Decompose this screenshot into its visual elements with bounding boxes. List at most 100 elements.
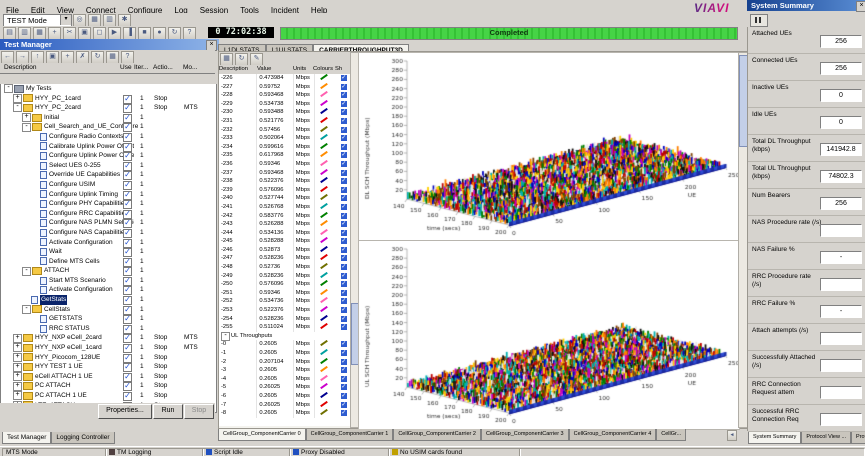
tree-item-label[interactable]: HYY_PC_1card <box>35 94 81 104</box>
tree-item-label[interactable]: HYY TEST 1 UE <box>35 362 83 372</box>
stat-col-units[interactable]: Units <box>293 65 313 74</box>
table-row[interactable]: -2370.593468Mbps✓ <box>219 169 350 178</box>
tree-item-label[interactable]: Wait <box>49 247 62 257</box>
show-checkbox[interactable]: ✓ <box>341 109 347 115</box>
tree-item-label[interactable]: RRC STATUS <box>49 324 90 334</box>
tree-item-label[interactable]: HYY_NXP eCell_1card <box>35 343 102 353</box>
table-row[interactable]: -2510.59346Mbps✓ <box>219 289 350 298</box>
table-row[interactable]: -2450.528288Mbps✓ <box>219 237 350 246</box>
expand-icon[interactable]: + <box>13 372 22 381</box>
collapse-icon[interactable]: - <box>4 84 13 93</box>
show-checkbox[interactable]: ✓ <box>341 410 347 416</box>
show-checkbox[interactable]: ✓ <box>341 238 347 244</box>
tree-item-label[interactable]: GETSTATS <box>49 314 82 324</box>
tree-item-label[interactable]: HYY_PC_2card <box>35 103 81 113</box>
close-icon[interactable]: × <box>856 1 865 12</box>
show-checkbox[interactable]: ✓ <box>341 195 347 201</box>
table-row[interactable]: -2320.57456Mbps✓ <box>219 126 350 135</box>
tab-protocol-view[interactable]: Protocol View <box>851 432 865 444</box>
tree-row[interactable]: -CellStats✓1 <box>1 305 216 315</box>
tree-item-label[interactable]: Configure PHY Capabilities <box>49 199 128 209</box>
tree-item-label[interactable]: GetStats <box>40 295 67 305</box>
table-row[interactable]: -20.207104Mbps✓ <box>219 358 350 367</box>
show-checkbox[interactable]: ✓ <box>341 84 347 90</box>
show-checkbox[interactable]: ✓ <box>341 316 347 322</box>
show-checkbox[interactable]: ✓ <box>341 376 347 382</box>
show-checkbox[interactable]: ✓ <box>341 135 347 141</box>
show-checkbox[interactable]: ✓ <box>341 359 347 365</box>
table-row[interactable]: -2270.59752Mbps✓ <box>219 83 350 92</box>
tree-item-label[interactable]: Start MTS Scenario <box>49 276 106 286</box>
table-row[interactable]: -70.26025Mbps✓ <box>219 401 350 410</box>
table-row[interactable]: -2470.528236Mbps✓ <box>219 254 350 263</box>
run-button[interactable]: Run <box>153 404 183 419</box>
collapse-icon[interactable]: - <box>13 103 22 112</box>
tree-row[interactable]: Calibrate Uplink Power Offset✓1 <box>1 142 216 152</box>
table-row[interactable]: -00.2605Mbps✓ <box>219 340 350 349</box>
tree-col-iter[interactable]: Iter... <box>134 64 148 71</box>
carrier-tab-cellgr[interactable]: CellGr... <box>656 429 686 441</box>
tree-item-label[interactable]: Configure USIM <box>49 180 95 190</box>
properties-button[interactable]: Properties... <box>98 404 152 419</box>
tree-row[interactable]: Configure NAS Capabilities✓1 <box>1 228 216 238</box>
show-checkbox[interactable]: ✓ <box>341 393 347 399</box>
tree-item-label[interactable]: Activate Configuration <box>49 238 113 248</box>
show-checkbox[interactable]: ✓ <box>341 273 347 279</box>
table-row[interactable]: -2390.576096Mbps✓ <box>219 186 350 195</box>
carrier-tab-cellgroup-componentcarrier-3[interactable]: CellGroup_ComponentCarrier 3 <box>481 429 569 441</box>
show-checkbox[interactable]: ✓ <box>341 307 347 313</box>
tree-item-label[interactable]: PC ATTACH <box>35 381 71 391</box>
expand-icon[interactable]: + <box>13 334 22 343</box>
show-checkbox[interactable]: ✓ <box>341 221 347 227</box>
show-checkbox[interactable]: ✓ <box>341 187 347 193</box>
show-checkbox[interactable]: ✓ <box>341 144 347 150</box>
table-row[interactable]: -40.2605Mbps✓ <box>219 375 350 384</box>
stop-button[interactable]: Stop <box>184 404 214 419</box>
expand-icon[interactable]: + <box>13 391 22 400</box>
table-row[interactable]: -2440.534136Mbps✓ <box>219 229 350 238</box>
show-checkbox[interactable]: ✓ <box>341 92 347 98</box>
tree-row[interactable]: Start MTS Scenario✓1 <box>1 276 216 286</box>
table-row[interactable]: -60.2605Mbps✓ <box>219 392 350 401</box>
tree-row[interactable]: +HYY TEST 1 UE✓1Stop <box>1 362 216 372</box>
carrier-tab-cellgroup-componentcarrier-0[interactable]: CellGroup_ComponentCarrier 0 <box>218 429 306 441</box>
show-checkbox[interactable]: ✓ <box>341 341 347 347</box>
tree-row[interactable]: Configure NAS PLMN Selection✓1 <box>1 218 216 228</box>
tree-row[interactable]: - My Tests <box>1 84 216 94</box>
table-row[interactable]: -2530.522376Mbps✓ <box>219 306 350 315</box>
table-row[interactable]: -30.2605Mbps✓ <box>219 366 350 375</box>
tab-scroll-left-icon[interactable]: ◄ <box>727 430 737 441</box>
show-checkbox[interactable]: ✓ <box>341 152 347 158</box>
show-checkbox[interactable]: ✓ <box>341 178 347 184</box>
table-row[interactable]: -2330.502064Mbps✓ <box>219 134 350 143</box>
show-checkbox[interactable]: ✓ <box>341 101 347 107</box>
show-checkbox[interactable]: ✓ <box>341 350 347 356</box>
expand-icon[interactable]: + <box>13 94 22 103</box>
tab-protocol-view[interactable]: Protocol View ... <box>801 432 851 444</box>
tree-item-label[interactable]: My Tests <box>26 84 52 94</box>
table-row[interactable]: -50.26025Mbps✓ <box>219 383 350 392</box>
tree-row[interactable]: -Cell_Search_and_UE_Configure✓1 <box>1 122 216 132</box>
tree-item-label[interactable]: Configure NAS Capabilities <box>49 228 128 238</box>
table-row[interactable]: -2290.534738Mbps✓ <box>219 100 350 109</box>
show-checkbox[interactable]: ✓ <box>341 402 347 408</box>
tree-row[interactable]: +Initial✓1 <box>1 113 216 123</box>
show-checkbox[interactable]: ✓ <box>341 75 347 81</box>
expand-icon[interactable]: + <box>13 382 22 391</box>
table-row[interactable]: -2280.593468Mbps✓ <box>219 91 350 100</box>
table-row[interactable]: -2360.59346Mbps✓ <box>219 160 350 169</box>
tree-item-label[interactable]: Activate Configuration <box>49 285 113 295</box>
tree-row[interactable]: +HYY_NXP eCell_1card✓1StopMTS <box>1 343 216 353</box>
tree-item-label[interactable]: Configure NAS PLMN Selection <box>49 218 134 228</box>
collapse-icon[interactable]: - <box>22 267 31 276</box>
table-row[interactable]: -2430.526288Mbps✓ <box>219 220 350 229</box>
stat-col-colours[interactable]: Colours <box>313 65 335 74</box>
tree-item-label[interactable]: Define MTS Cells <box>49 257 100 267</box>
expand-icon[interactable]: + <box>13 353 22 362</box>
tree-row[interactable]: Activate Configuration✓1 <box>1 285 216 295</box>
tree-row[interactable]: +HYY_NXP eCell_2card✓1StopMTS <box>1 333 216 343</box>
chevron-down-icon[interactable]: ▾ <box>60 15 71 25</box>
tree-row[interactable]: GETSTATS✓1 <box>1 314 216 324</box>
show-checkbox[interactable]: ✓ <box>341 118 347 124</box>
tab-logging-controller[interactable]: Logging Controller <box>51 432 114 444</box>
